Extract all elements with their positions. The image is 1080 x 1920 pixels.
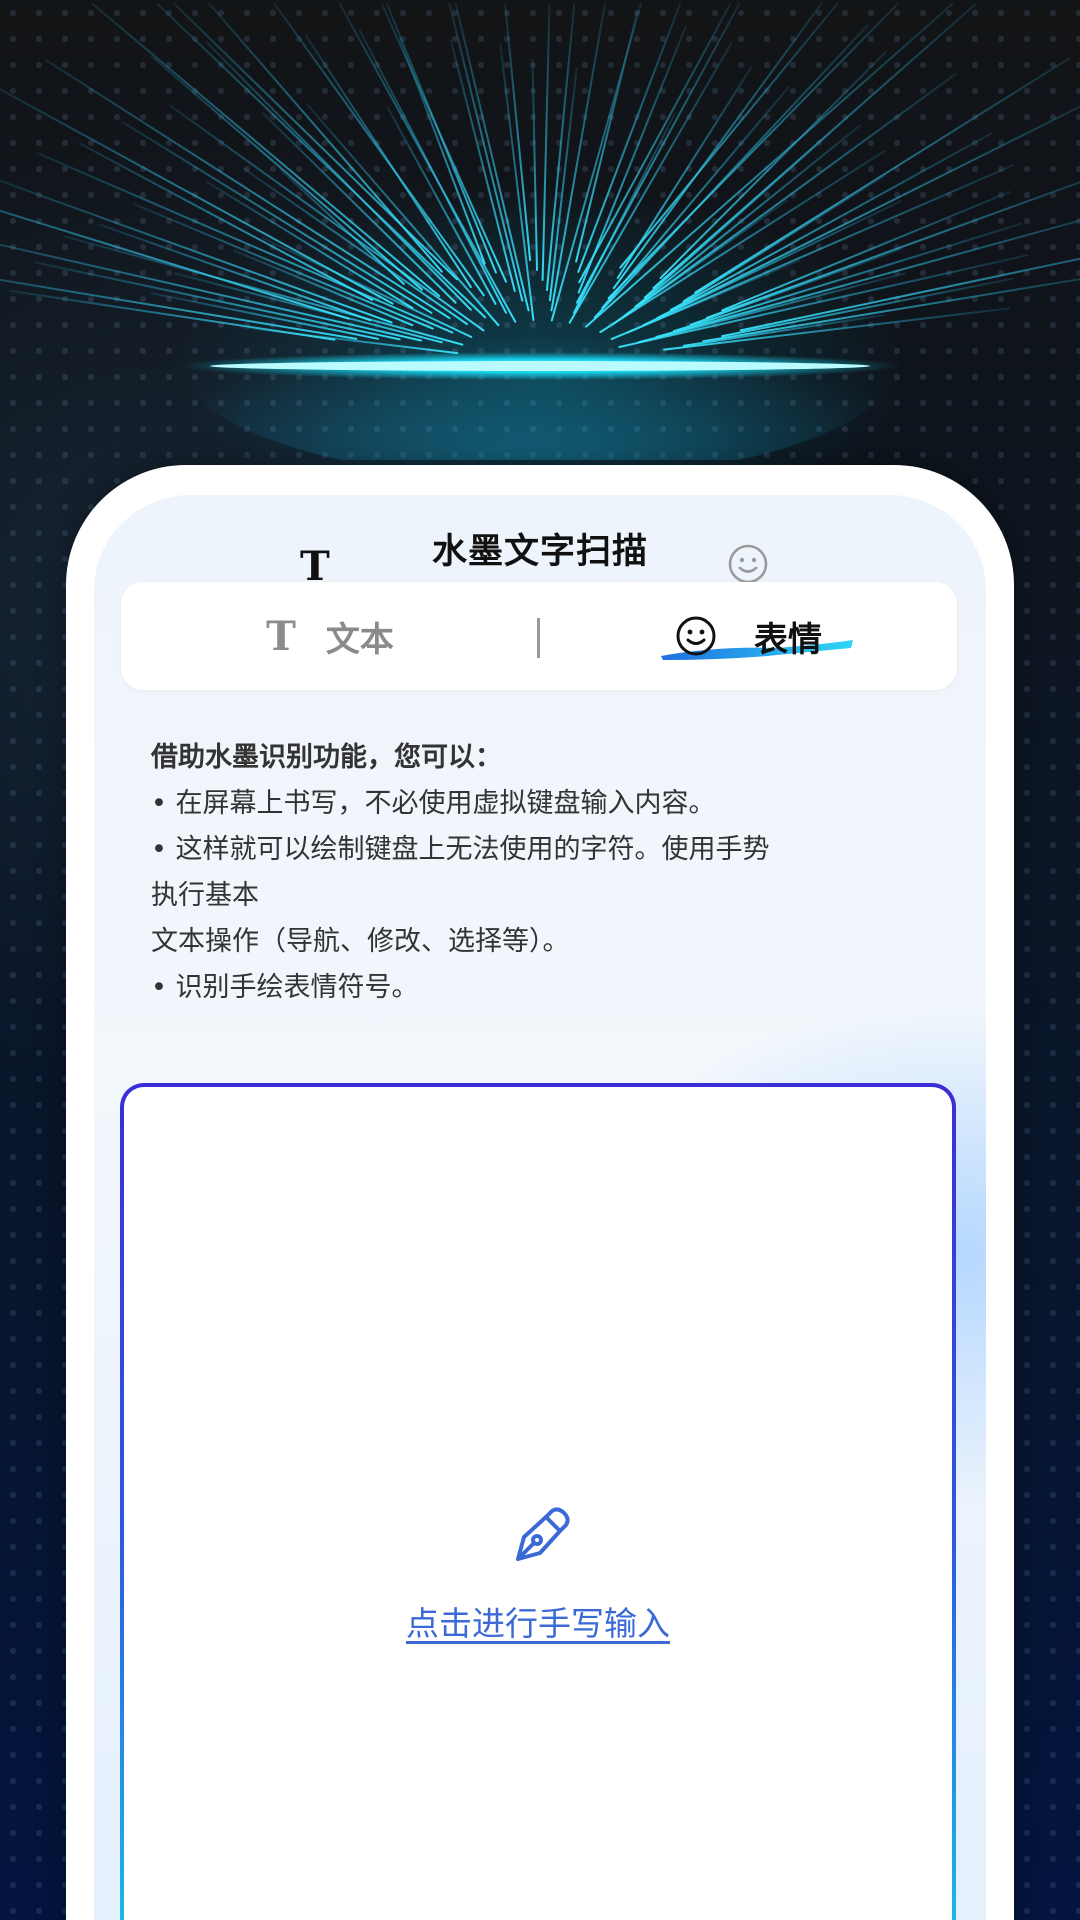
light-ray [531, 59, 538, 271]
text-t-icon: T [266, 612, 296, 660]
smiley-icon [676, 616, 716, 656]
light-ray [619, 3, 839, 269]
description-line: 执行基本 [151, 880, 259, 911]
description-line: • 在屏幕上书写，不必使用虚拟键盘输入内容。 [151, 788, 716, 819]
tab-text-label: 文本 [325, 619, 394, 660]
description-line: 文本操作（导航、修改、选择等）。 [151, 926, 570, 957]
light-ray [541, 3, 551, 281]
tab-emoji-label: 表情 [754, 619, 822, 660]
handwriting-pad[interactable]: 点击进行手写输入 [120, 1083, 956, 1920]
tab-text[interactable]: T 文本 [121, 582, 539, 690]
light-ray [45, 59, 451, 320]
app-screen: T 水墨文字扫描 T 文本 表情 借助水墨识别功能，您可以： • 在屏幕上书写，… [94, 495, 986, 1920]
handwriting-input-link[interactable]: 点击进行手写输入 [124, 1597, 952, 1645]
light-ray [504, 3, 532, 262]
light-ray [607, 3, 899, 300]
description-line: • 识别手绘表情符号。 [151, 972, 419, 1003]
pen-nib-icon [516, 1507, 570, 1561]
description-line: • 这样就可以绘制键盘上无法使用的字符。使用手势 [151, 834, 770, 865]
phone-frame: T 水墨文字扫描 T 文本 表情 借助水墨识别功能，您可以： • 在屏幕上书写，… [66, 465, 1014, 1920]
feature-description: 借助水墨识别功能，您可以： • 在屏幕上书写，不必使用虚拟键盘输入内容。 • 这… [151, 735, 941, 1011]
page-title: 水墨文字扫描 [431, 532, 648, 572]
handwriting-canvas[interactable]: 点击进行手写输入 [124, 1087, 952, 1920]
mode-segmented-control: T 文本 表情 [121, 582, 957, 690]
light-burst-illustration [0, 3, 1080, 460]
description-lead: 借助水墨识别功能，您可以： [151, 742, 502, 773]
smiley-icon [728, 544, 768, 584]
